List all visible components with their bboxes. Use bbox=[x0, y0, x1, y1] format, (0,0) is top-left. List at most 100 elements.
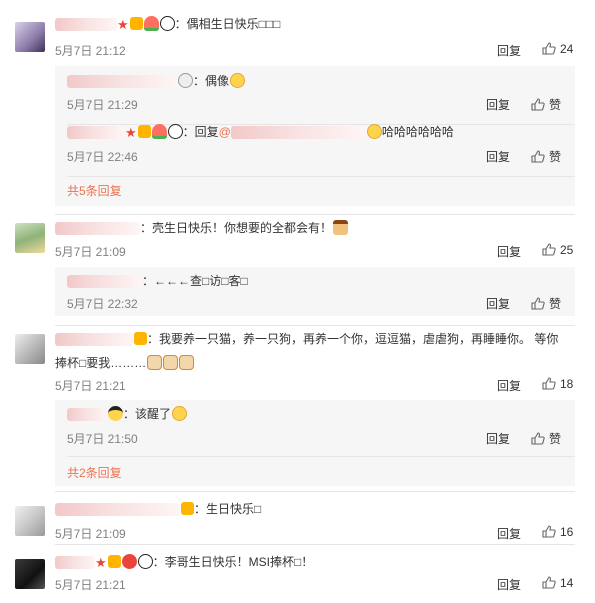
reply-button[interactable]: 回复 bbox=[497, 576, 521, 593]
grin-emoji-icon bbox=[366, 124, 382, 139]
watermelon-emoji-icon bbox=[151, 124, 167, 139]
reply-box: ：←←←查□访□客□ 5月7日 22:32 回复 赞 bbox=[55, 267, 575, 316]
username-blurred[interactable] bbox=[67, 275, 142, 289]
thumbs-up-icon bbox=[531, 297, 545, 310]
avatar[interactable] bbox=[15, 22, 45, 52]
reply-text: ：该醒了 bbox=[67, 405, 188, 423]
reply-button[interactable]: 回复 bbox=[486, 96, 510, 113]
like-button[interactable]: 16 bbox=[542, 525, 573, 539]
like-label: 赞 bbox=[549, 98, 562, 112]
divider bbox=[67, 456, 575, 457]
comment-text: ：生日快乐□ bbox=[55, 500, 261, 518]
like-count: 18 bbox=[560, 377, 574, 391]
reply-time: 5月7日 21:29 bbox=[67, 98, 138, 112]
reply-button[interactable]: 回复 bbox=[497, 243, 521, 260]
cat-emoji-icon bbox=[147, 355, 163, 370]
comment: ★ ：偶相生日快乐□□□ 5月7日 21:12 回复 24 ：偶像 5月7日 21… bbox=[0, 0, 595, 215]
comment-text: ★ ：偶相生日快乐□□□ bbox=[55, 15, 280, 34]
panda-emoji-icon bbox=[159, 16, 175, 31]
thumbs-up-icon bbox=[542, 42, 556, 55]
vip-badge-icon bbox=[181, 502, 194, 515]
like-label: 赞 bbox=[549, 432, 562, 446]
reply-button[interactable]: 回复 bbox=[497, 377, 521, 394]
reply-time: 5月7日 22:46 bbox=[67, 150, 138, 164]
comment-text: ：壳生日快乐！你想要的全都会有！ bbox=[55, 219, 349, 237]
smile-emoji-icon bbox=[230, 73, 246, 88]
username-blurred[interactable] bbox=[55, 333, 133, 347]
reply-item: ：偶像 5月7日 21:29 回复 赞 bbox=[55, 66, 575, 125]
vip-badge-icon bbox=[129, 17, 143, 30]
mention-blurred[interactable] bbox=[230, 126, 366, 140]
avatar[interactable] bbox=[15, 506, 45, 536]
username-blurred[interactable] bbox=[55, 18, 117, 32]
reply-button[interactable]: 回复 bbox=[486, 430, 510, 447]
star-icon: ★ bbox=[125, 125, 137, 140]
comment-time: 5月7日 21:09 bbox=[55, 527, 126, 541]
star-icon: ★ bbox=[95, 555, 107, 570]
star-icon: ★ bbox=[117, 17, 129, 32]
more-replies-link[interactable]: 共2条回复 bbox=[67, 464, 122, 481]
comment-time: 5月7日 21:09 bbox=[55, 245, 126, 259]
reply-text: ★ ：回复@ 哈哈哈哈哈哈 bbox=[67, 123, 454, 142]
reply-button[interactable]: 回复 bbox=[497, 525, 521, 542]
like-button[interactable]: 14 bbox=[542, 576, 573, 590]
like-label: 赞 bbox=[549, 297, 562, 311]
username-blurred[interactable] bbox=[55, 503, 180, 517]
cool-emoji-icon bbox=[108, 406, 123, 421]
comment-time: 5月7日 21:21 bbox=[55, 379, 126, 393]
like-button[interactable]: 赞 bbox=[531, 295, 561, 312]
thumbs-up-icon bbox=[542, 525, 556, 538]
reply-button[interactable]: 回复 bbox=[486, 148, 510, 165]
reply-button[interactable]: 回复 bbox=[497, 42, 521, 59]
like-button[interactable]: 赞 bbox=[531, 96, 561, 113]
like-button[interactable]: 18 bbox=[542, 377, 573, 391]
reply-box: ：偶像 5月7日 21:29 回复 赞 ★ ：回复@ 哈哈哈哈哈哈 5月7日 22:… bbox=[55, 66, 575, 206]
like-count: 24 bbox=[560, 42, 574, 56]
like-button[interactable]: 赞 bbox=[531, 430, 561, 447]
like-count: 14 bbox=[560, 576, 574, 590]
reply-time: 5月7日 22:32 bbox=[67, 297, 138, 311]
comment-time: 5月7日 21:12 bbox=[55, 44, 126, 58]
comment: ：生日快乐□ 5月7日 21:09 回复 16 bbox=[0, 492, 595, 542]
thumbs-up-icon bbox=[531, 432, 545, 445]
vip-badge-icon bbox=[134, 332, 147, 345]
avatar[interactable] bbox=[15, 559, 45, 589]
cake-emoji-icon bbox=[333, 220, 349, 235]
thumbs-up-icon bbox=[542, 377, 556, 390]
divider bbox=[67, 176, 575, 177]
vip-badge-icon bbox=[137, 125, 151, 138]
medal-icon bbox=[178, 73, 193, 88]
reply-item: ：该醒了 5月7日 21:50 回复 赞 bbox=[55, 400, 575, 457]
thumbs-up-icon bbox=[531, 150, 545, 163]
thumbs-up-icon bbox=[531, 98, 545, 111]
comment-text: ：我要养一只猫，养一只狗，再养一个你，逗逗猫，虐虐狗，再睡睡你。 等你 bbox=[55, 330, 558, 348]
username-blurred[interactable] bbox=[67, 408, 107, 422]
more-replies-link[interactable]: 共5条回复 bbox=[67, 182, 122, 199]
like-button[interactable]: 赞 bbox=[531, 148, 561, 165]
like-button[interactable]: 24 bbox=[542, 42, 573, 56]
mention-link[interactable]: @ bbox=[219, 125, 231, 139]
username-blurred[interactable] bbox=[67, 126, 125, 140]
username-blurred[interactable] bbox=[55, 222, 140, 236]
comment-text: ★ ：李哥生日快乐！MSI捧杯□！ bbox=[55, 553, 313, 572]
like-label: 赞 bbox=[549, 150, 562, 164]
reply-button[interactable]: 回复 bbox=[486, 295, 510, 312]
comment: ：我要养一只猫，养一只狗，再养一个你，逗逗猫，虐虐狗，再睡睡你。 等你 捧杯□要… bbox=[0, 326, 595, 491]
username-blurred[interactable] bbox=[55, 556, 95, 570]
username-blurred[interactable] bbox=[67, 75, 177, 89]
reply-text: ：←←←查□访□客□ bbox=[67, 272, 248, 290]
like-button[interactable]: 25 bbox=[542, 243, 573, 257]
like-count: 16 bbox=[560, 525, 574, 539]
avatar[interactable] bbox=[15, 223, 45, 253]
thumbs-up-icon bbox=[542, 243, 556, 256]
panda-emoji-icon bbox=[137, 554, 153, 569]
reply-box: ：该醒了 5月7日 21:50 回复 赞 共2条回复 bbox=[55, 400, 575, 486]
like-count: 25 bbox=[560, 243, 574, 257]
comment-text-cont: 捧杯□要我……… bbox=[55, 354, 195, 372]
devil-emoji-icon bbox=[121, 554, 137, 569]
avatar[interactable] bbox=[15, 334, 45, 364]
comment: ：壳生日快乐！你想要的全都会有！ 5月7日 21:09 回复 25 ：←←←查□… bbox=[0, 215, 595, 325]
reply-item: ★ ：回复@ 哈哈哈哈哈哈 5月7日 22:46 回复 赞 bbox=[55, 123, 575, 177]
reply-text: ：偶像 bbox=[67, 72, 246, 90]
comment-time: 5月7日 21:21 bbox=[55, 578, 126, 592]
